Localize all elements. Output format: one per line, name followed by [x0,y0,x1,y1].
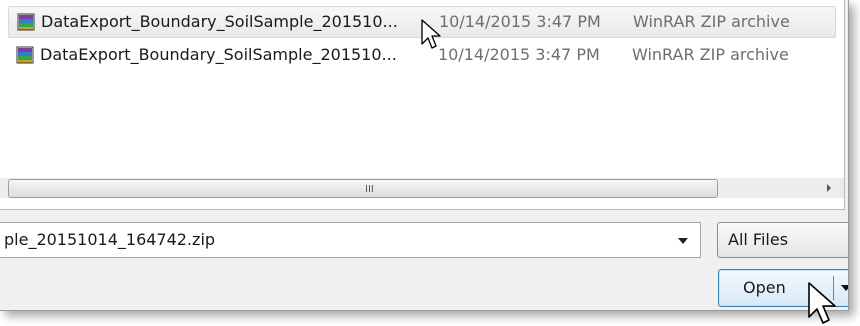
file-date: 10/14/2015 3:47 PM [439,12,601,31]
scroll-right-arrow-icon[interactable] [822,181,836,195]
file-name: DataExport_Boundary_SoilSample_201510... [41,12,398,31]
open-button-label: Open [743,278,786,297]
file-type: WinRAR ZIP archive [633,12,790,31]
file-open-dialog: DataExport_Boundary_SoilSample_201510...… [0,0,849,311]
file-row[interactable]: DataExport_Boundary_SoilSample_201510...… [8,40,834,70]
file-type-filter-select[interactable]: All Files [717,222,848,258]
winrar-archive-icon [16,46,34,64]
split-button-divider [833,276,834,300]
file-type: WinRAR ZIP archive [632,45,789,64]
open-button[interactable]: Open [718,269,849,307]
winrar-archive-icon [17,13,35,31]
horizontal-scrollbar[interactable]: III [0,178,844,198]
file-name: DataExport_Boundary_SoilSample_201510... [40,45,397,64]
file-row[interactable]: DataExport_Boundary_SoilSample_201510...… [8,6,836,38]
filename-combobox[interactable]: ple_20151014_164742.zip [0,222,701,258]
file-date: 10/14/2015 3:47 PM [438,45,600,64]
scrollbar-thumb[interactable]: III [8,179,718,198]
chevron-down-icon[interactable] [676,234,690,248]
file-list[interactable]: DataExport_Boundary_SoilSample_201510...… [0,0,845,210]
filename-input[interactable]: ple_20151014_164742.zip [4,223,215,257]
scrollbar-grip: III [365,184,374,195]
open-dropdown-arrow-icon[interactable] [839,281,849,295]
file-type-filter-value: All Files [728,230,789,249]
